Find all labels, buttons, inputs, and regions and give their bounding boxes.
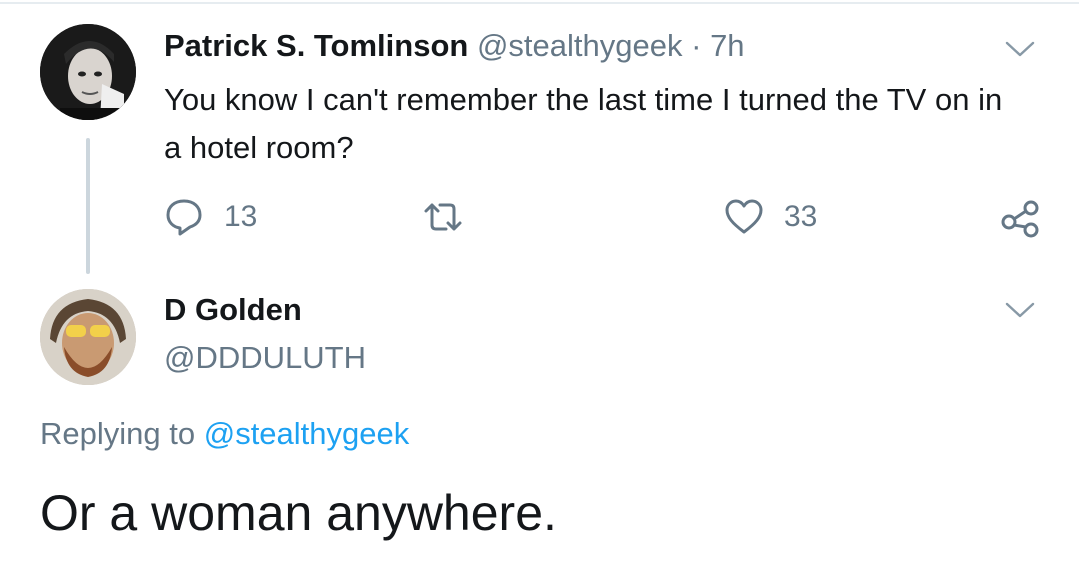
like-icon — [724, 197, 764, 237]
share-button[interactable] — [999, 192, 1041, 242]
avatar[interactable] — [40, 289, 136, 385]
thread-connector-line — [86, 138, 90, 274]
retweet-button[interactable] — [422, 192, 464, 242]
author-name[interactable]: Patrick S. Tomlinson — [164, 28, 468, 63]
reply-button[interactable]: 13 — [164, 192, 257, 242]
tweet-text: Or a woman anywhere. — [40, 485, 557, 541]
retweet-icon — [422, 197, 464, 237]
separator-dot: · — [691, 28, 702, 63]
author-name[interactable]: D Golden — [164, 290, 302, 330]
tweet-thread: Patrick S. Tomlinson @stealthygeek · 7h … — [0, 0, 1079, 561]
replying-to-mention[interactable]: @stealthygeek — [204, 416, 410, 451]
tweet-actions: 13 33 — [164, 192, 1044, 242]
divider — [0, 2, 1079, 4]
replying-to-context: Replying to @stealthygeek — [40, 414, 409, 454]
tweet-header: Patrick S. Tomlinson @stealthygeek · 7h — [164, 26, 745, 66]
reply-count: 13 — [224, 200, 258, 233]
tweet-text: You know I can't remember the last time … — [164, 82, 1003, 165]
avatar[interactable] — [40, 24, 136, 120]
chevron-down-icon[interactable] — [1003, 37, 1037, 61]
like-button[interactable]: 33 — [724, 192, 817, 242]
tweet-timestamp[interactable]: 7h — [710, 28, 744, 63]
author-handle[interactable]: @DDDULUTH — [164, 338, 366, 378]
replying-to-label: Replying to — [40, 416, 196, 451]
share-icon — [999, 196, 1041, 238]
like-count: 33 — [784, 200, 818, 233]
chevron-down-icon[interactable] — [1003, 298, 1037, 322]
author-handle[interactable]: @stealthygeek — [477, 28, 683, 63]
reply-icon — [164, 197, 204, 237]
